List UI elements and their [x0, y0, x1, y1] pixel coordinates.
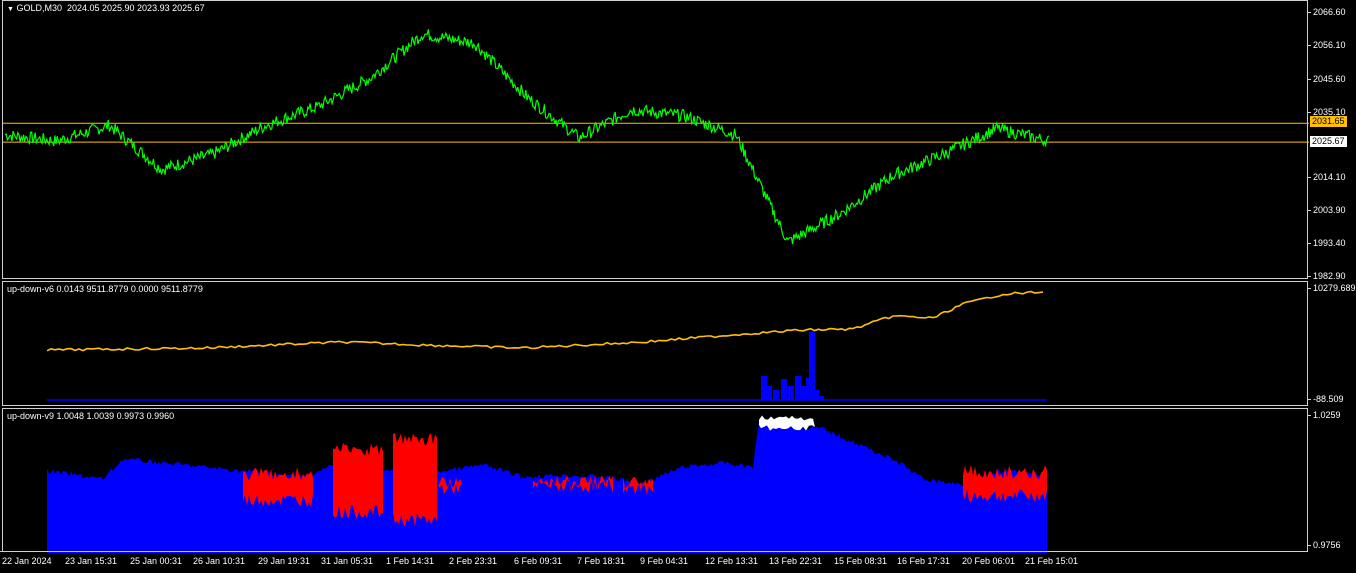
time-tick: 22 Jan 2024: [2, 556, 52, 566]
price-line: [4, 29, 1050, 245]
indicator1-tick: -88.509: [1308, 394, 1344, 404]
indicator1-hist-bar: [766, 386, 772, 400]
time-tick: 31 Jan 05:31: [321, 556, 374, 566]
main-chart-label: ▼ GOLD,M30 2024.05 2025.90 2023.93 2025.…: [7, 3, 205, 13]
indicator2-up-area: [47, 422, 1047, 553]
time-tick: 7 Feb 18:31: [577, 556, 626, 566]
price-tick: 2045.60: [1308, 74, 1346, 84]
time-axis-line: [0, 551, 1308, 552]
time-tick: 29 Jan 19:31: [258, 556, 311, 566]
price-chart-svg: [3, 29, 1309, 245]
time-tick: 12 Feb 13:31: [705, 556, 759, 566]
indicator1-svg: [46, 290, 1047, 401]
time-tick: 2 Feb 23:31: [449, 556, 498, 566]
price-tick: 2003.90: [1308, 205, 1346, 215]
time-tick: 9 Feb 04:31: [640, 556, 689, 566]
indicator1-hist-bar: [788, 386, 794, 400]
main-chart-pane[interactable]: ▼ GOLD,M30 2024.05 2025.90 2023.93 2025.…: [2, 0, 1309, 279]
indicator1-hist-bar: [800, 386, 806, 400]
ohlc-label: 2024.05 2025.90 2023.93 2025.67: [66, 3, 205, 13]
time-tick: 1 Feb 14:31: [386, 556, 435, 566]
time-tick: 16 Feb 17:31: [897, 556, 951, 566]
indicator1-line: [46, 290, 1044, 352]
time-tick: 26 Jan 10:31: [193, 556, 246, 566]
time-tick: 6 Feb 09:31: [514, 556, 563, 566]
indicator2-pane[interactable]: up-down-v9 1.0048 1.0039 0.9973 0.9960: [2, 408, 1308, 553]
price-tick: 1982.90: [1308, 271, 1346, 281]
indicator2-tick: 0.9756: [1308, 540, 1341, 550]
indicator1-axis: 10279.689 -88.509: [1308, 281, 1356, 406]
indicator2-tick: 1.0259: [1308, 410, 1341, 420]
indicator1-label: up-down-v6 0.0143 9511.8779 0.0000 9511.…: [7, 284, 203, 294]
time-tick: 20 Feb 06:01: [962, 556, 1016, 566]
indicator2-svg: [47, 415, 1047, 553]
time-tick: 13 Feb 22:31: [769, 556, 823, 566]
chart-menu-arrow-icon[interactable]: ▼: [7, 6, 14, 13]
price-tick: 2014.10: [1308, 172, 1346, 182]
time-tick: 15 Feb 08:31: [834, 556, 888, 566]
price-tick: 2066.60: [1308, 7, 1346, 17]
indicator1-hist-bar: [809, 332, 815, 400]
indicator2-axis: 1.0259 0.9756: [1308, 408, 1356, 552]
yellow-line-price-tag: 2031.65: [1310, 116, 1347, 127]
time-tick: 25 Jan 00:31: [130, 556, 183, 566]
indicator2-label: up-down-v9 1.0048 1.0039 0.9973 0.9960: [7, 411, 175, 421]
time-tick: 23 Jan 15:31: [65, 556, 118, 566]
price-tick: 1993.40: [1308, 238, 1346, 248]
indicator1-pane[interactable]: up-down-v6 0.0143 9511.8779 0.0000 9511.…: [2, 281, 1308, 406]
indicator1-tick: 10279.689: [1308, 283, 1356, 293]
current-price-tag: 2025.67: [1310, 136, 1347, 147]
symbol-label: GOLD,M30: [16, 3, 62, 13]
time-tick: 21 Feb 15:01: [1025, 556, 1079, 566]
price-tick: 2056.10: [1308, 40, 1346, 50]
indicator1-hist-bar: [773, 390, 779, 400]
indicator1-hist-bar: [781, 379, 787, 400]
